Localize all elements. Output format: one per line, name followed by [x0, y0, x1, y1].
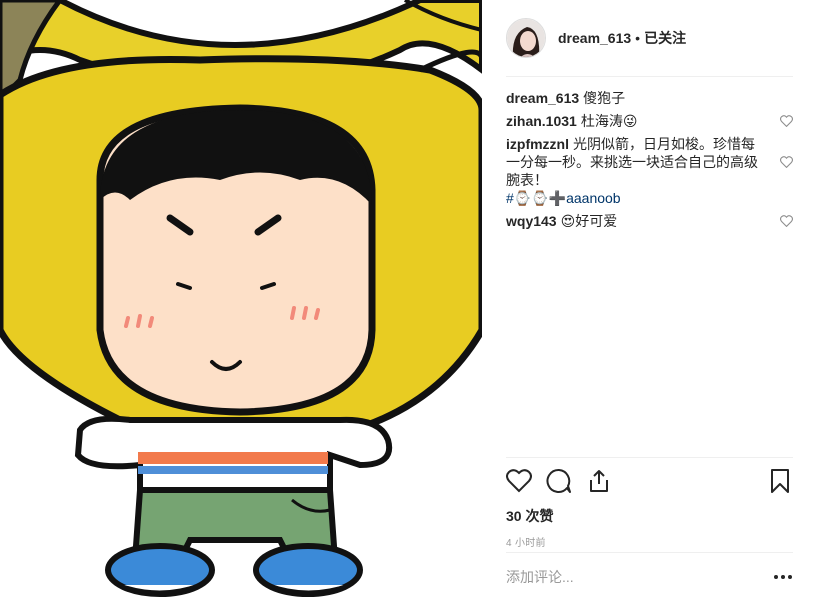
avatar-photo-icon [507, 19, 545, 57]
post-actions: 30 次赞 4 小时前 [506, 457, 793, 549]
comment-item: wqy143 😍好可爱 [506, 212, 793, 230]
comment-username[interactable]: izpfmzznl [506, 136, 569, 152]
post-header: dream_613 • 已关注 [506, 0, 793, 77]
like-count[interactable]: 30 次赞 [506, 506, 793, 526]
comment-hashtag-mention[interactable]: #⌚⌚➕aaanoob [506, 190, 621, 206]
like-heart-icon[interactable] [506, 468, 532, 494]
separator-dot: • [635, 30, 641, 46]
comments-list: dream_613 傻狍子 zihan.1031 杜海涛😜 izpfmzznl 光阴似… [506, 77, 793, 459]
comment-item: zihan.1031 杜海涛😜 [506, 112, 793, 130]
save-bookmark-icon[interactable] [767, 468, 793, 494]
post-timestamp[interactable]: 4 小时前 [506, 534, 793, 549]
caption-text: 傻狍子 [583, 90, 626, 106]
comment-text: 😍好可爱 [560, 213, 618, 229]
caption: dream_613 傻狍子 [506, 89, 793, 107]
action-buttons-row [506, 458, 793, 504]
banana-character-illustration [0, 0, 482, 597]
post-dialog: dream_613 • 已关注 dream_613 傻狍子 zihan.1031 杜… [0, 0, 815, 599]
follow-status-button[interactable]: 已关注 [644, 28, 686, 48]
post-photo[interactable] [0, 0, 482, 599]
comment-like-heart-icon[interactable] [780, 156, 793, 168]
comment-like-heart-icon[interactable] [780, 115, 793, 127]
avatar[interactable] [506, 18, 546, 58]
add-comment-input[interactable]: 添加评论... [506, 567, 773, 587]
post-author-username[interactable]: dream_613 [558, 30, 631, 46]
share-icon[interactable] [586, 468, 612, 494]
caption-username[interactable]: dream_613 [506, 90, 579, 106]
comment-item: izpfmzznl 光阴似箭，日月如梭。珍惜每一分每一秒。来挑选一块适合自己的高级… [506, 135, 793, 207]
comment-bubble-icon[interactable] [546, 468, 572, 494]
more-options-icon[interactable] [773, 574, 793, 580]
add-comment-bar: 添加评论... [506, 552, 793, 600]
comment-text: 杜海涛😜 [580, 113, 638, 129]
comment-username[interactable]: zihan.1031 [506, 113, 577, 129]
comment-like-heart-icon[interactable] [780, 215, 793, 227]
comment-username[interactable]: wqy143 [506, 213, 557, 229]
post-sidebar: dream_613 • 已关注 dream_613 傻狍子 zihan.1031 杜… [482, 0, 815, 599]
